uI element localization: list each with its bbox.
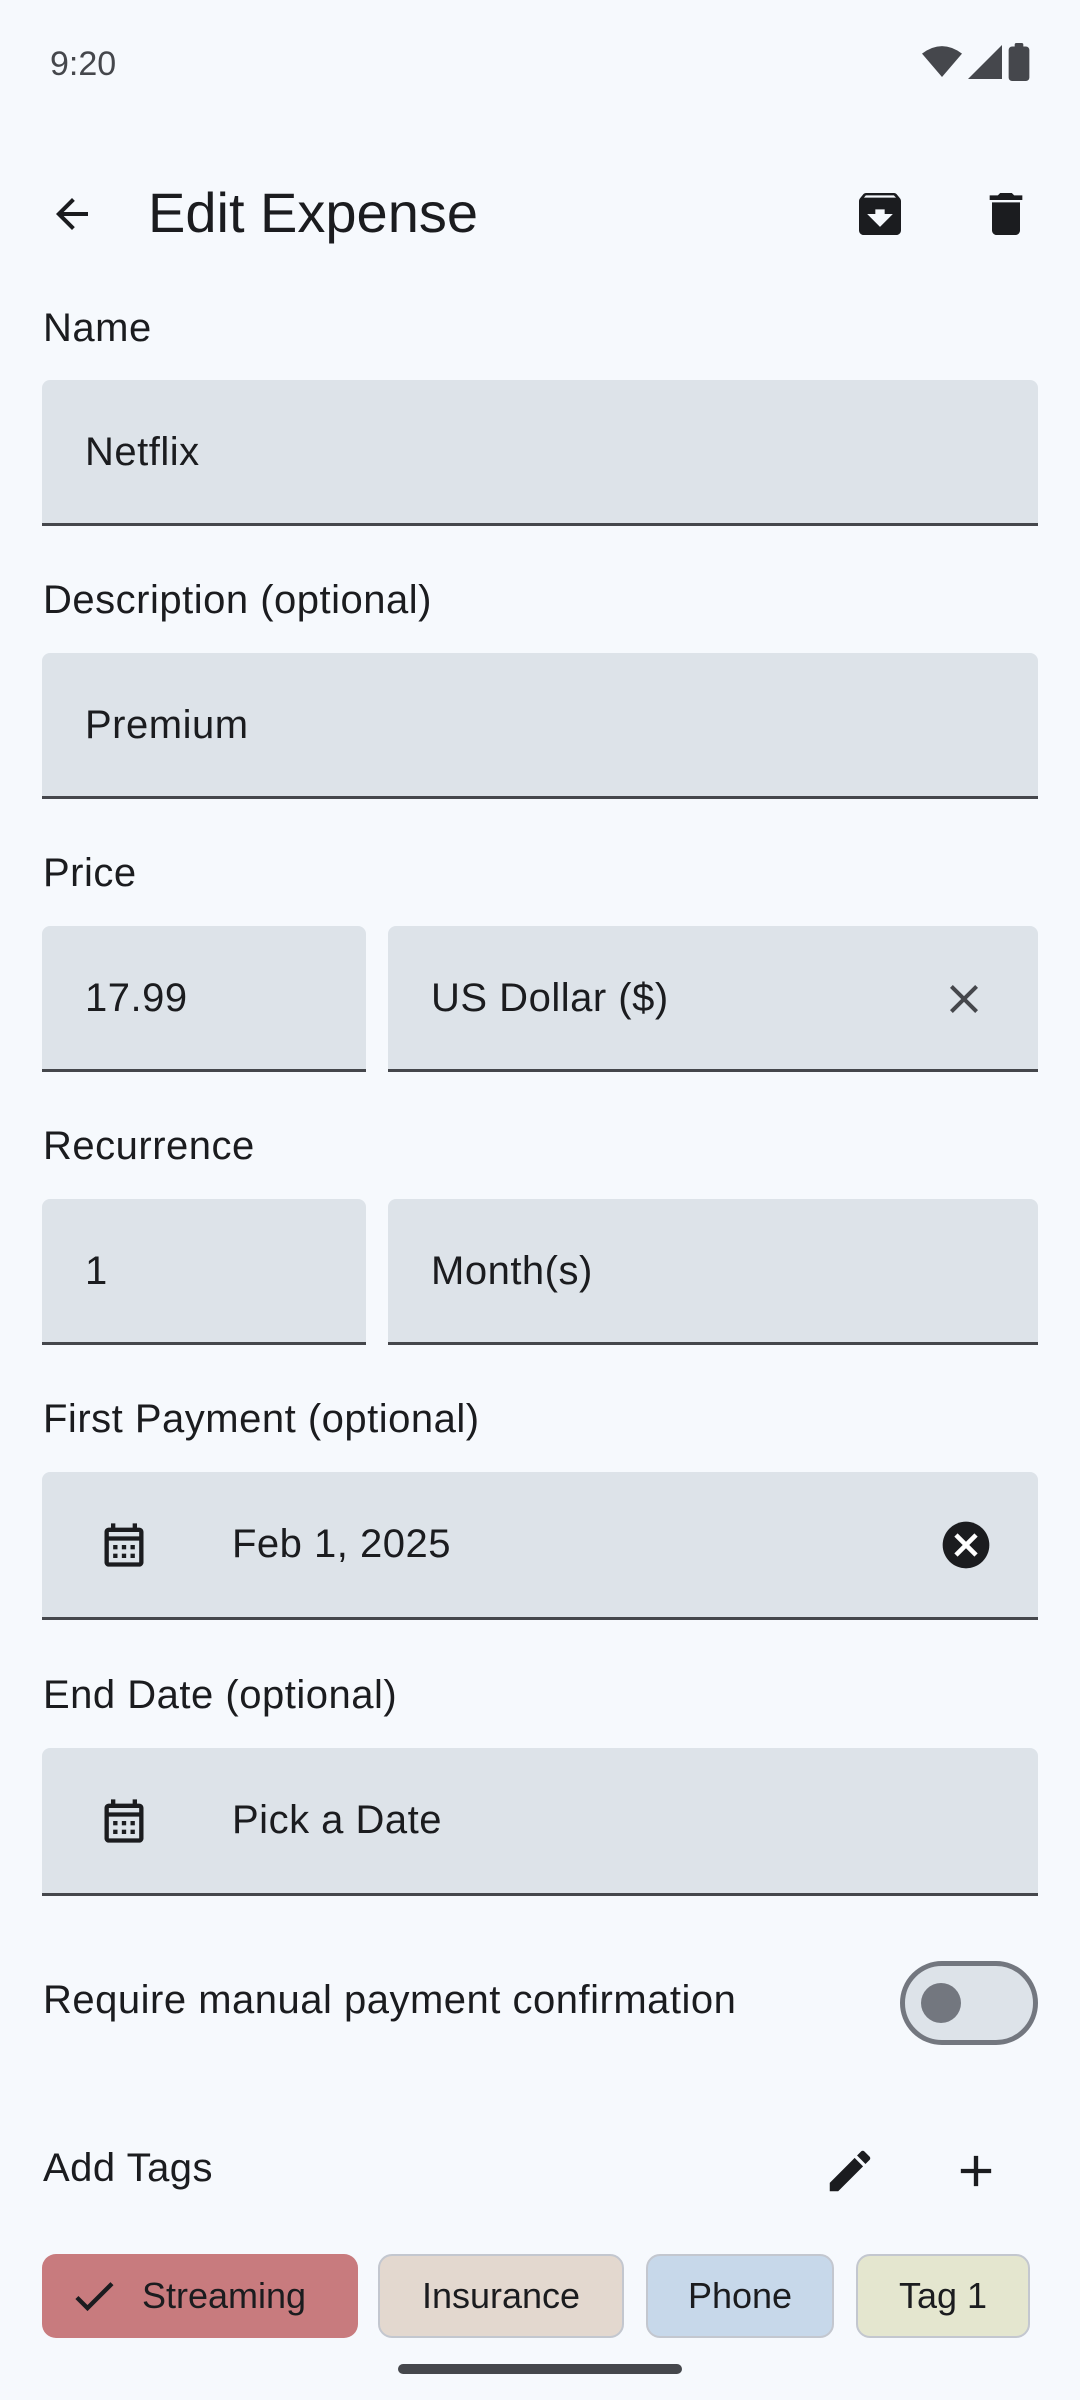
tag-chip-label: Phone <box>687 2275 793 2316</box>
first-payment-label: First Payment (optional) <box>43 1397 480 1441</box>
clear-first-payment-button[interactable] <box>930 1509 1002 1581</box>
trash-icon <box>989 193 1023 235</box>
description-label: Description (optional) <box>43 578 432 622</box>
price-amount-field[interactable]: 17.99 <box>42 926 366 1072</box>
signal-icon <box>968 45 1002 79</box>
manual-confirmation-switch[interactable] <box>900 1961 1038 2045</box>
check-icon <box>68 2268 124 2324</box>
tag-chip-label: Streaming <box>142 2275 307 2316</box>
battery-icon <box>1008 43 1030 81</box>
back-button[interactable] <box>36 178 108 250</box>
status-icons <box>922 42 1030 82</box>
page-title: Edit Expense <box>148 181 478 244</box>
tag-chip-label: Insurance <box>421 2275 581 2316</box>
calendar-icon <box>104 1799 144 1843</box>
status-bar: 9:20 <box>0 0 1080 130</box>
end-date-field[interactable]: Pick a Date <box>42 1748 1038 1896</box>
pencil-icon <box>829 2150 871 2192</box>
recurrence-unit-select[interactable]: Month(s) <box>388 1199 1038 1345</box>
close-icon <box>950 985 978 1013</box>
name-value: Netflix <box>85 430 200 474</box>
edit-tags-button[interactable] <box>814 2135 886 2207</box>
archive-button[interactable] <box>844 178 916 250</box>
first-payment-calendar-button[interactable] <box>88 1509 160 1581</box>
arrow-left-icon <box>56 198 88 230</box>
recurrence-count-field[interactable]: 1 <box>42 1199 366 1345</box>
currency-value: US Dollar ($) <box>431 976 669 1020</box>
recurrence-unit-value: Month(s) <box>431 1249 593 1293</box>
calendar-icon <box>104 1523 144 1567</box>
app-bar: Edit Expense <box>0 150 1080 274</box>
recurrence-label: Recurrence <box>43 1124 255 1168</box>
tag-chip-tag-1[interactable]: Tag 1 <box>856 2254 1030 2338</box>
clear-currency-button[interactable] <box>928 963 1000 1035</box>
name-label: Name <box>43 306 152 350</box>
price-amount-value: 17.99 <box>85 976 188 1020</box>
add-tag-button[interactable] <box>940 2135 1012 2207</box>
wifi-icon <box>922 46 962 77</box>
tag-chip-label: Tag 1 <box>898 2275 988 2316</box>
tag-chip-streaming[interactable]: Streaming <box>42 2254 358 2338</box>
home-indicator[interactable] <box>398 2364 682 2374</box>
price-label: Price <box>43 851 137 895</box>
status-time: 9:20 <box>50 45 117 83</box>
add-tags-label: Add Tags <box>43 2146 214 2190</box>
tag-chip-insurance[interactable]: Insurance <box>378 2254 624 2338</box>
end-date-placeholder: Pick a Date <box>232 1798 443 1842</box>
cancel-circle-icon <box>942 1521 990 1569</box>
switch-thumb <box>921 1983 961 2023</box>
first-payment-value: Feb 1, 2025 <box>232 1522 451 1566</box>
archive-icon <box>859 193 901 235</box>
tag-chip-phone[interactable]: Phone <box>646 2254 834 2338</box>
end-date-label: End Date (optional) <box>43 1673 398 1717</box>
description-value: Premium <box>85 703 249 747</box>
recurrence-count-value: 1 <box>85 1249 108 1293</box>
plus-icon <box>960 2155 992 2187</box>
delete-button[interactable] <box>970 178 1042 250</box>
currency-select[interactable]: US Dollar ($) <box>388 926 1038 1072</box>
first-payment-field[interactable]: Feb 1, 2025 <box>42 1472 1038 1620</box>
end-date-calendar-button[interactable] <box>88 1785 160 1857</box>
name-field[interactable]: Netflix <box>42 380 1038 526</box>
description-field[interactable]: Premium <box>42 653 1038 799</box>
manual-confirmation-label: Require manual payment confirmation <box>43 1978 737 2022</box>
